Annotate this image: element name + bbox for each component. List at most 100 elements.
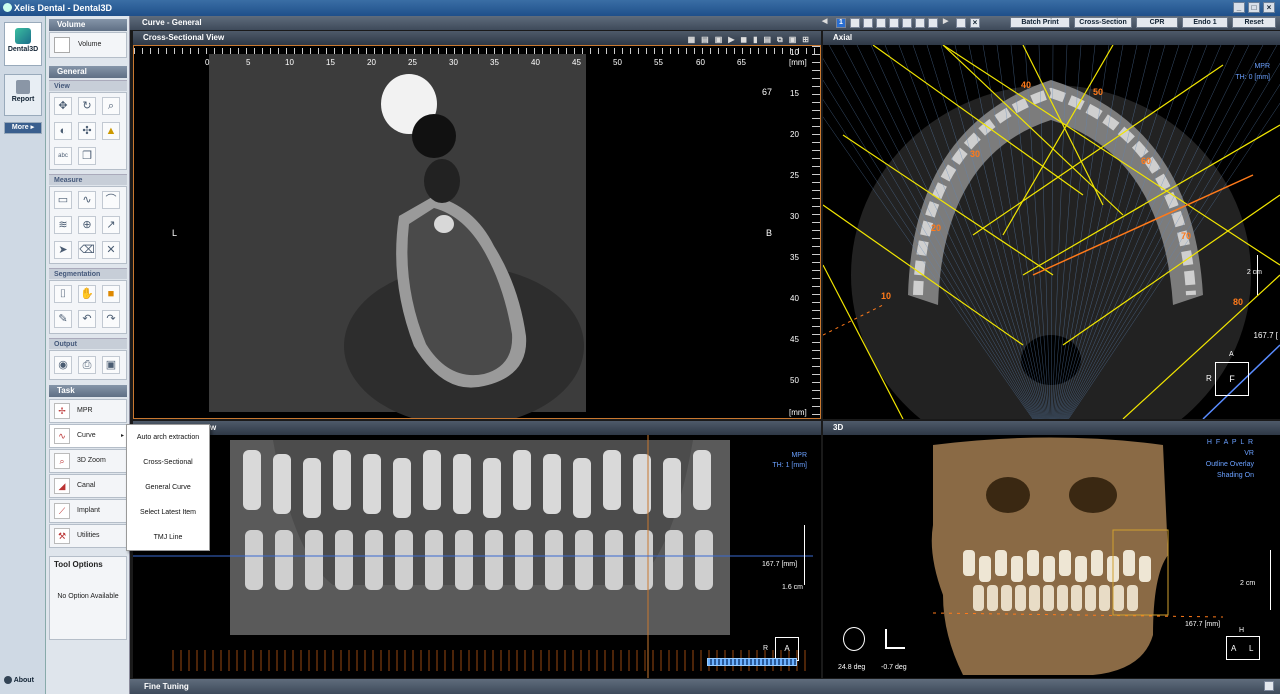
- axial-value: 167.7 [: [1253, 331, 1278, 340]
- task-section-header[interactable]: Task: [49, 385, 127, 397]
- task-label: Curve: [77, 432, 96, 439]
- skull-upper-tooth: [963, 550, 975, 576]
- view3d-vr-label: VR: [1244, 450, 1254, 457]
- step-8-button[interactable]: [928, 18, 938, 28]
- tilt-gizmo-icon[interactable]: [885, 629, 905, 649]
- minimize-button[interactable]: _: [1233, 2, 1245, 13]
- volume-button[interactable]: Volume: [78, 41, 101, 48]
- menu-select-latest-item[interactable]: Select Latest Item: [127, 500, 209, 525]
- step-5-button[interactable]: [889, 18, 899, 28]
- pointer-icon[interactable]: ➤: [54, 241, 72, 259]
- curve-measure-icon[interactable]: ∿: [78, 191, 96, 209]
- task-3d-zoom[interactable]: ⌕ 3D Zoom: [49, 449, 127, 473]
- brush-icon[interactable]: ✎: [54, 310, 72, 328]
- cross-section-button[interactable]: Cross-Section: [1074, 17, 1132, 28]
- view3d[interactable]: H F A P L R VR Outline Overlay Shading O…: [823, 435, 1280, 678]
- implant-icon: ⟋: [54, 503, 70, 519]
- close-task-icon[interactable]: ×: [970, 18, 980, 28]
- task-mpr[interactable]: ✢ MPR: [49, 399, 127, 423]
- volume-section-header[interactable]: Volume: [49, 19, 127, 31]
- task-utilities[interactable]: ⚒ Utilities: [49, 524, 127, 548]
- fan-icon[interactable]: ✣: [78, 122, 96, 140]
- task-curve[interactable]: ∿ Curve ▸: [49, 424, 127, 448]
- rotate-icon[interactable]: ↻: [78, 97, 96, 115]
- menu-general-curve[interactable]: General Curve: [127, 475, 209, 500]
- batch-print-button[interactable]: Batch Print: [1010, 17, 1070, 28]
- menu-auto-arch-extraction[interactable]: Auto arch extraction: [127, 425, 209, 450]
- layout-button[interactable]: [956, 18, 966, 28]
- v-tick: 30: [790, 212, 799, 221]
- step-3-button[interactable]: [863, 18, 873, 28]
- task-canal[interactable]: ◢ Canal: [49, 474, 127, 498]
- warning-icon[interactable]: ▲: [102, 122, 120, 140]
- delete-icon[interactable]: ✕: [102, 241, 120, 259]
- step-4-button[interactable]: [876, 18, 886, 28]
- upper-tooth: [543, 454, 561, 514]
- fine-tuning-label: Fine Tuning: [144, 682, 189, 691]
- step-1-button[interactable]: 1: [836, 18, 846, 28]
- h-tick: 5: [246, 58, 251, 67]
- panoramic-header: w: [133, 421, 821, 435]
- segmentation-tools: ⌷ ✋ ■ ✎ ↶ ↷: [49, 280, 127, 334]
- utilities-icon: ⚒: [54, 528, 70, 544]
- window-level-icon[interactable]: ◐: [54, 122, 72, 140]
- v-tick: 35: [790, 253, 799, 262]
- fine-tuning-bar[interactable]: Fine Tuning: [130, 679, 1280, 694]
- lower-tooth: [605, 530, 623, 590]
- skull-lower-tooth: [1015, 585, 1026, 611]
- more-nav-button[interactable]: More ▸: [4, 122, 42, 134]
- arch-label: 40: [1021, 80, 1032, 90]
- menu-tmj-line[interactable]: TMJ Line: [127, 525, 209, 550]
- maximize-button[interactable]: □: [1248, 2, 1260, 13]
- skull-upper-tooth: [1123, 550, 1135, 576]
- camera-icon[interactable]: ◉: [54, 356, 72, 374]
- ruler-icon[interactable]: ▭: [54, 191, 72, 209]
- panoramic-view[interactable]: MPR TH: 1 [mm] 167.7 [mm] 1.6 cm R A: [133, 435, 821, 678]
- reset-button[interactable]: Reset: [1232, 17, 1276, 28]
- skull-lower-tooth: [1127, 585, 1138, 611]
- text-annotation-icon[interactable]: abc: [54, 147, 72, 165]
- axial-view[interactable]: MPR TH: 0 [mm] 2 cm 167.7 [ A R F 40 50 …: [823, 45, 1280, 419]
- save-icon[interactable]: ▣: [102, 356, 120, 374]
- pan-icon[interactable]: ✥: [54, 97, 72, 115]
- print-icon[interactable]: ⎙: [78, 356, 96, 374]
- step-7-button[interactable]: [915, 18, 925, 28]
- arrow-annotation-icon[interactable]: ↗: [102, 216, 120, 234]
- next-step-icon[interactable]: ▶: [943, 18, 953, 28]
- eraser-icon[interactable]: ⌫: [78, 241, 96, 259]
- hand-segment-icon[interactable]: ✋: [78, 285, 96, 303]
- pano-scroll-slider[interactable]: [707, 658, 797, 666]
- undo-icon[interactable]: ↶: [78, 310, 96, 328]
- arc-measure-icon[interactable]: ⌒: [102, 191, 120, 209]
- rotation-gizmo-icon[interactable]: [843, 627, 865, 651]
- upper-tooth: [693, 450, 711, 510]
- about-button[interactable]: About: [4, 676, 42, 684]
- tooth-segment-icon[interactable]: ⌷: [54, 285, 72, 303]
- canal-icon: ◢: [54, 478, 70, 494]
- profile-icon[interactable]: ≋: [54, 216, 72, 234]
- color-segment-icon[interactable]: ■: [102, 285, 120, 303]
- cpr-button[interactable]: CPR: [1136, 17, 1178, 28]
- task-implant[interactable]: ⟋ Implant: [49, 499, 127, 523]
- step-6-button[interactable]: [902, 18, 912, 28]
- menu-cross-sectional[interactable]: Cross-Sectional: [127, 450, 209, 475]
- report-nav-button[interactable]: Report: [4, 74, 42, 116]
- close-button[interactable]: ×: [1263, 2, 1275, 13]
- angle-icon[interactable]: ⊕: [78, 216, 96, 234]
- arch-label: 30: [970, 149, 981, 159]
- redo-icon[interactable]: ↷: [102, 310, 120, 328]
- cross-sectional-view[interactable]: 0 5 10 15 20 25 30 35 40 45 50 55 60 65 …: [133, 45, 821, 419]
- lower-tooth: [425, 530, 443, 590]
- prev-step-icon[interactable]: ◀: [822, 18, 827, 28]
- endo-button[interactable]: Endo 1: [1182, 17, 1228, 28]
- copy-icon[interactable]: ❐: [78, 147, 96, 165]
- lower-tooth: [275, 530, 293, 590]
- step-2-button[interactable]: [850, 18, 860, 28]
- skull-upper-tooth: [979, 556, 991, 582]
- general-section-header[interactable]: General: [49, 66, 127, 78]
- dental3d-nav-button[interactable]: Dental3D: [4, 22, 42, 66]
- h-tick: 15: [326, 58, 335, 67]
- fine-tuning-toggle-icon[interactable]: [1264, 681, 1274, 691]
- zoom-icon[interactable]: ⌕: [102, 97, 120, 115]
- skull-lower-tooth: [973, 585, 984, 611]
